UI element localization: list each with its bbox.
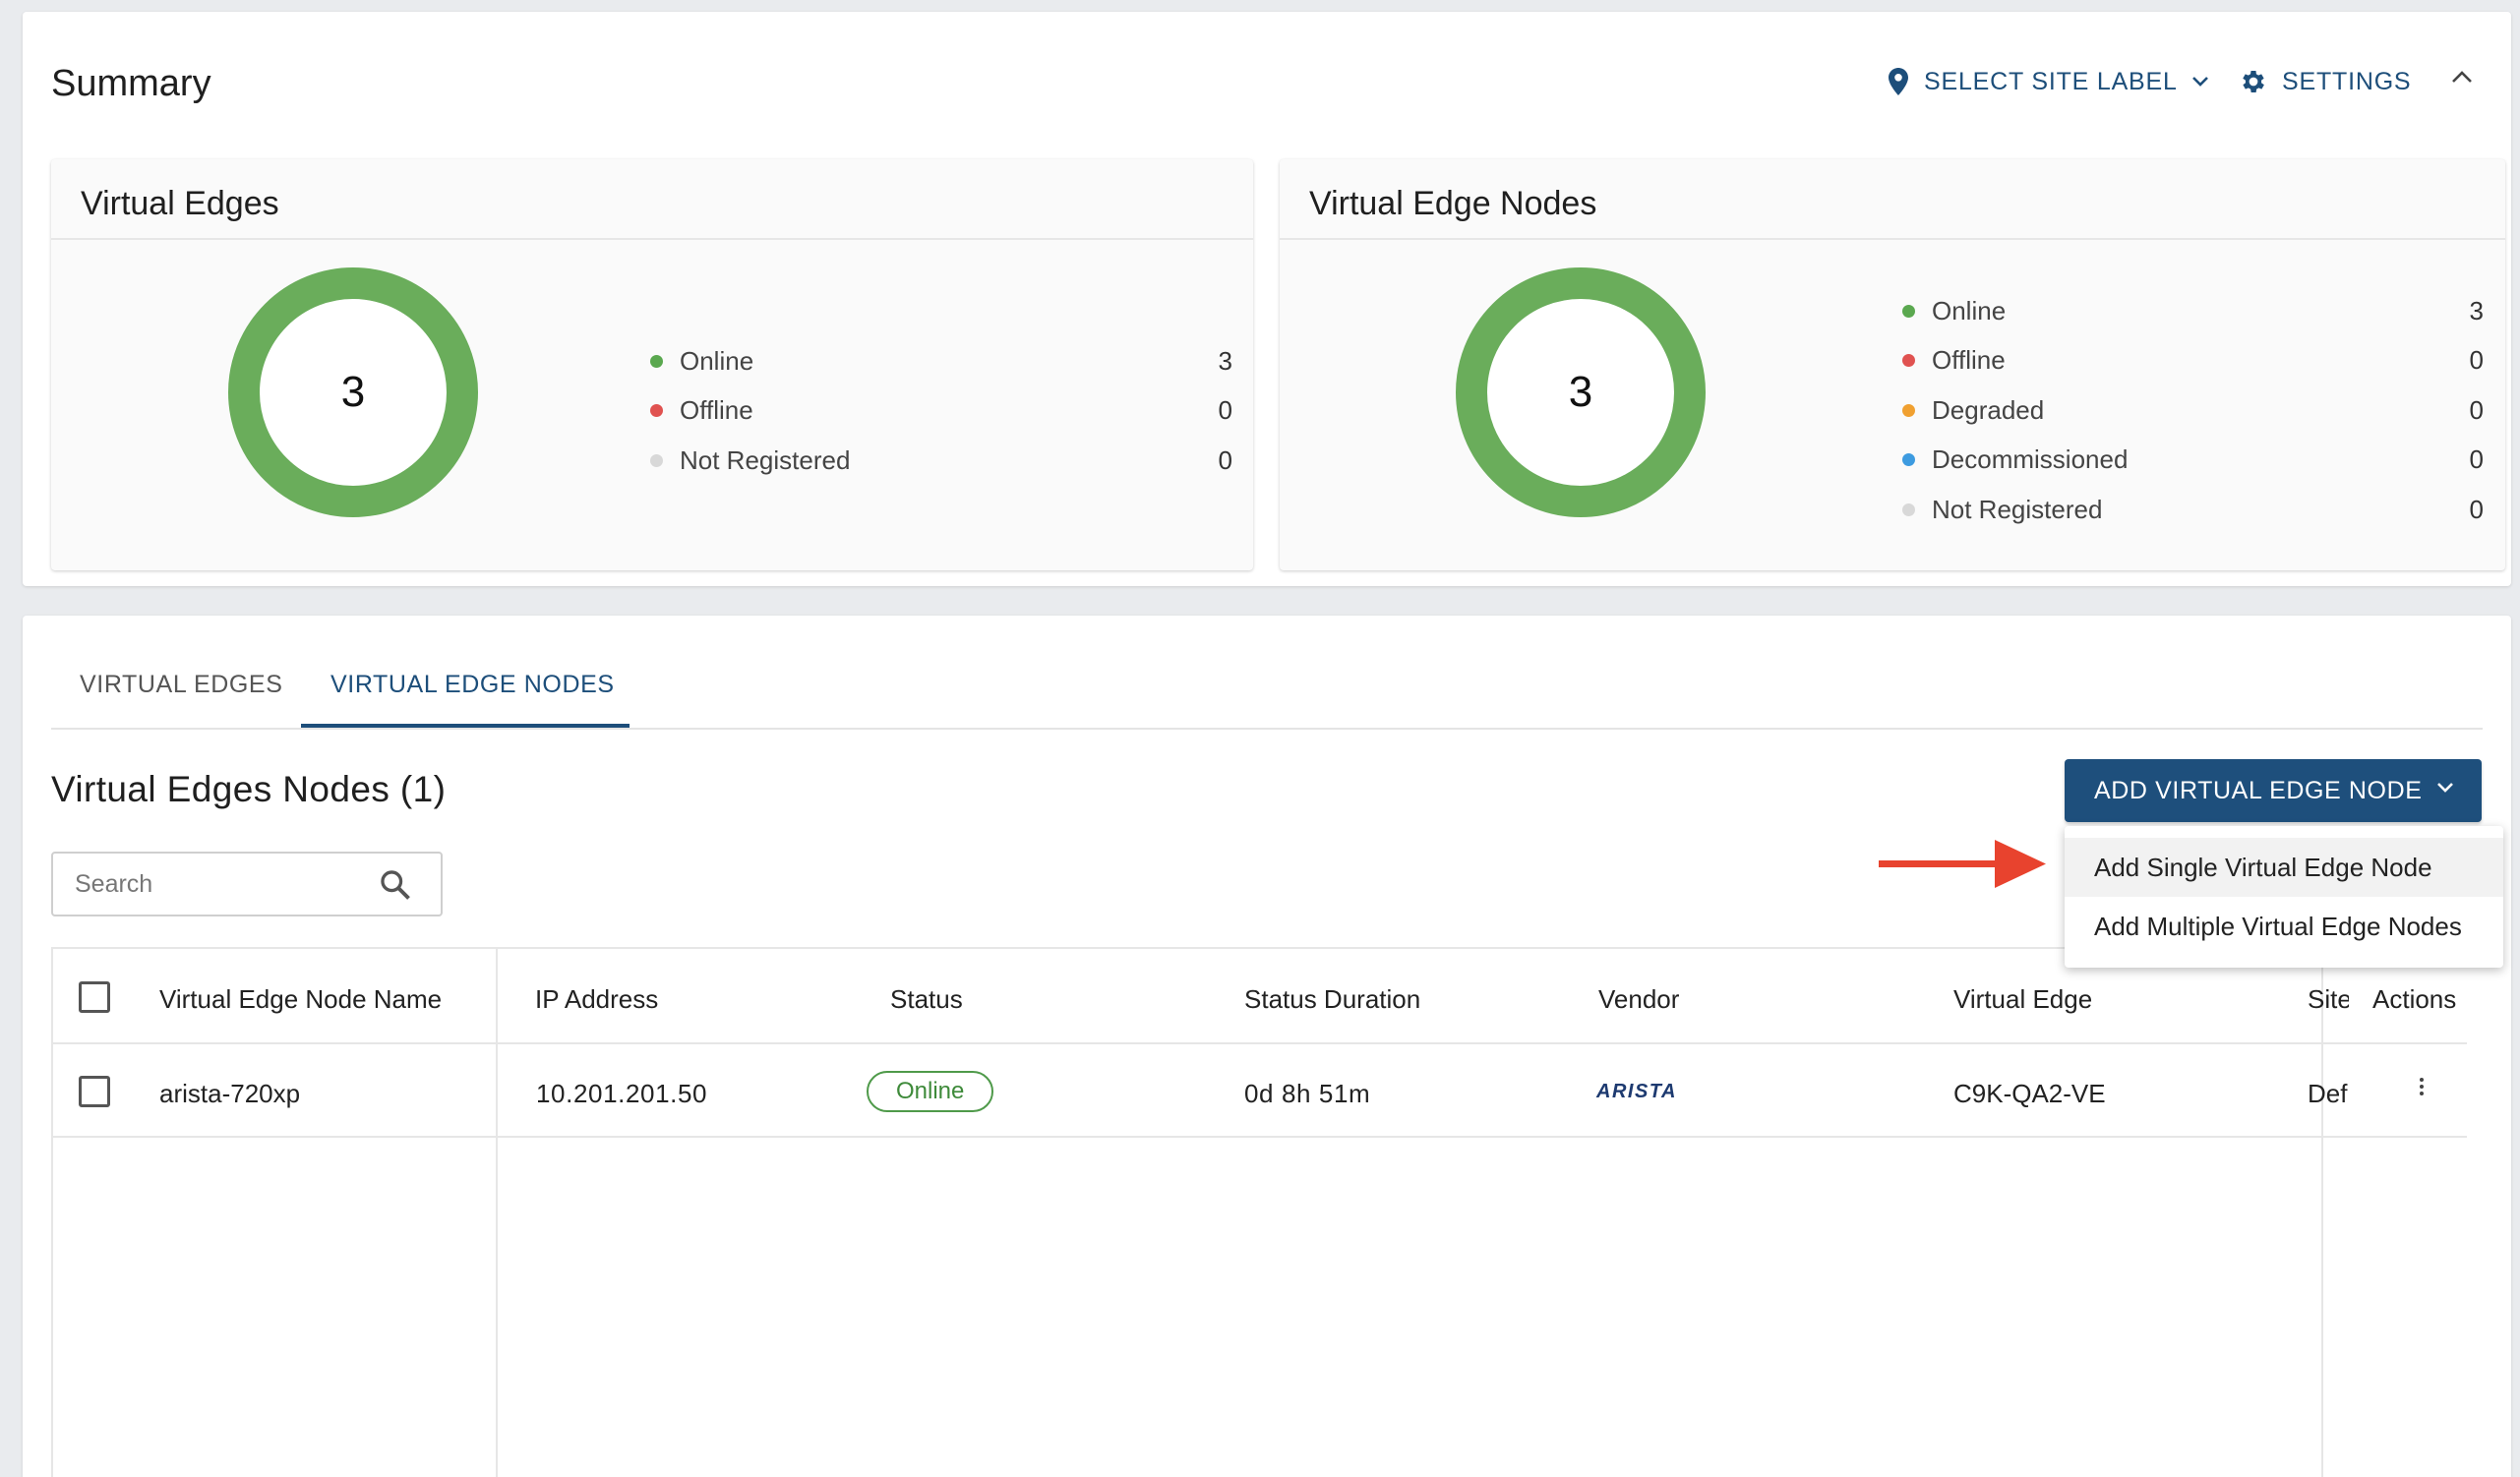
status-dot-icon: [1902, 304, 1915, 318]
donut-chart: 3: [228, 267, 478, 517]
legend-item: Not Registered 0: [650, 436, 1232, 486]
settings-text: SETTINGS: [2282, 67, 2412, 95]
add-node-dropdown-menu: Add Single Virtual Edge Node Add Multipl…: [2065, 826, 2503, 968]
collapse-button[interactable]: [2450, 69, 2474, 89]
legend-item: Online 3: [1902, 286, 2484, 336]
status-dot-icon: [650, 404, 663, 418]
legend-value: 0: [1218, 444, 1232, 475]
cell-site: Def: [2308, 1079, 2348, 1108]
column-header-status-duration[interactable]: Status Duration: [1244, 984, 1420, 1015]
donut-chart: 3: [1456, 267, 1706, 517]
status-dot-icon: [650, 453, 663, 467]
menu-item-add-multiple-nodes[interactable]: Add Multiple Virtual Edge Nodes: [2065, 897, 2503, 956]
legend-item: Decommissioned 0: [1902, 436, 2484, 486]
settings-button[interactable]: SETTINGS: [2239, 67, 2411, 96]
location-pin-icon: [1889, 68, 1908, 95]
legend-value: 0: [2469, 444, 2484, 475]
summary-panel: Summary SELECT SITE LABEL SETTINGS Virtu…: [23, 12, 2511, 586]
column-divider: [496, 949, 498, 1477]
column-header-actions: Actions: [2372, 984, 2457, 1014]
column-divider: [2321, 949, 2323, 1477]
status-legend: Online 3 Offline 0 Not Registered 0: [650, 336, 1232, 486]
nodes-table: Virtual Edge Node Name IP Address Status…: [51, 947, 2467, 1477]
column-header-vendor[interactable]: Vendor: [1598, 984, 1679, 1015]
tabs-divider: [51, 728, 2483, 730]
legend-value: 0: [2469, 345, 2484, 376]
legend-label: Online: [680, 345, 754, 376]
status-dot-icon: [1902, 453, 1915, 467]
list-title: Virtual Edges Nodes (1): [51, 769, 447, 809]
status-badge: Online: [867, 1071, 994, 1112]
legend-label: Offline: [680, 395, 753, 426]
legend-label: Not Registered: [680, 444, 851, 475]
card-title: Virtual Edges: [81, 185, 279, 222]
status-dot-icon: [650, 354, 663, 368]
legend-label: Offline: [1932, 345, 2006, 376]
search-box: [51, 852, 443, 916]
row-checkbox[interactable]: [79, 1076, 110, 1107]
gear-icon: [2243, 71, 2264, 92]
legend-label: Degraded: [1932, 394, 2045, 425]
legend-label: Decommissioned: [1932, 444, 2129, 475]
search-icon[interactable]: [378, 867, 413, 903]
legend-item: Degraded 0: [1902, 385, 2484, 436]
virtual-edge-nodes-card: Virtual Edge Nodes 3 Online 3 Offline 0 …: [1280, 159, 2505, 570]
select-site-label-button[interactable]: SELECT SITE LABEL: [1887, 67, 2209, 96]
chevron-up-icon: [2452, 71, 2472, 83]
header-divider: [53, 1042, 2467, 1044]
legend-item: Offline 0: [1902, 336, 2484, 386]
chevron-down-icon: [2191, 77, 2208, 87]
legend-value: 0: [2469, 394, 2484, 425]
card-divider: [1280, 238, 2505, 240]
site-header-wrap: Site: [2308, 984, 2349, 1015]
add-virtual-edge-node-button[interactable]: ADD VIRTUAL EDGE NODE: [2065, 759, 2482, 822]
legend-item: Not Registered 0: [1902, 485, 2484, 535]
virtual-edges-card: Virtual Edges 3 Online 3 Offline 0 Not R…: [51, 159, 1253, 570]
tab-virtual-edges[interactable]: VIRTUAL EDGES: [80, 671, 282, 699]
cell-node-name[interactable]: arista-720xp: [159, 1079, 300, 1109]
legend-value: 3: [2469, 295, 2484, 325]
legend-item: Offline 0: [650, 386, 1232, 437]
status-legend: Online 3 Offline 0 Degraded 0 Decommissi…: [1902, 286, 2484, 535]
active-tab-indicator: [301, 724, 630, 728]
tab-virtual-edge-nodes[interactable]: VIRTUAL EDGE NODES: [330, 671, 615, 699]
donut-total: 3: [1568, 368, 1593, 416]
column-header-site[interactable]: Site: [2308, 984, 2349, 1015]
menu-item-add-single-node[interactable]: Add Single Virtual Edge Node: [2065, 838, 2503, 897]
summary-title: Summary: [51, 63, 211, 104]
legend-label: Not Registered: [1932, 494, 2103, 524]
status-dot-icon: [1902, 403, 1915, 417]
nodes-panel: VIRTUAL EDGES VIRTUAL EDGE NODES Virtual…: [23, 616, 2511, 1477]
status-dot-icon: [1902, 354, 1915, 368]
cell-status-duration: 0d 8h 51m: [1244, 1079, 1371, 1108]
chevron-down-icon: [2437, 783, 2453, 793]
cell-virtual-edge: C9K-QA2-VE: [1953, 1079, 2106, 1108]
column-header-virtual-edge[interactable]: Virtual Edge: [1953, 984, 2092, 1015]
column-header-name[interactable]: Virtual Edge Node Name: [159, 984, 442, 1015]
legend-label: Online: [1932, 295, 2007, 325]
donut-total: 3: [340, 368, 366, 416]
legend-value: 3: [1218, 345, 1232, 376]
select-all-checkbox[interactable]: [79, 981, 110, 1013]
row-actions-menu-icon[interactable]: [2416, 1075, 2428, 1104]
search-input[interactable]: [75, 865, 370, 903]
row-divider: [53, 1136, 2467, 1138]
column-header-ip[interactable]: IP Address: [535, 984, 658, 1015]
status-dot-icon: [1902, 502, 1915, 516]
add-button-label: ADD VIRTUAL EDGE NODE: [2094, 776, 2423, 804]
select-site-label-text: SELECT SITE LABEL: [1924, 67, 2178, 95]
card-divider: [51, 238, 1253, 240]
card-title: Virtual Edge Nodes: [1309, 185, 1597, 222]
arista-logo: ARISTA: [1596, 1081, 1677, 1102]
legend-item: Online 3: [650, 336, 1232, 386]
red-arrow-icon: [1879, 840, 2046, 888]
column-header-status[interactable]: Status: [890, 984, 963, 1015]
legend-value: 0: [2469, 494, 2484, 524]
legend-value: 0: [1218, 395, 1232, 426]
cell-ip-address: 10.201.201.50: [536, 1079, 708, 1108]
